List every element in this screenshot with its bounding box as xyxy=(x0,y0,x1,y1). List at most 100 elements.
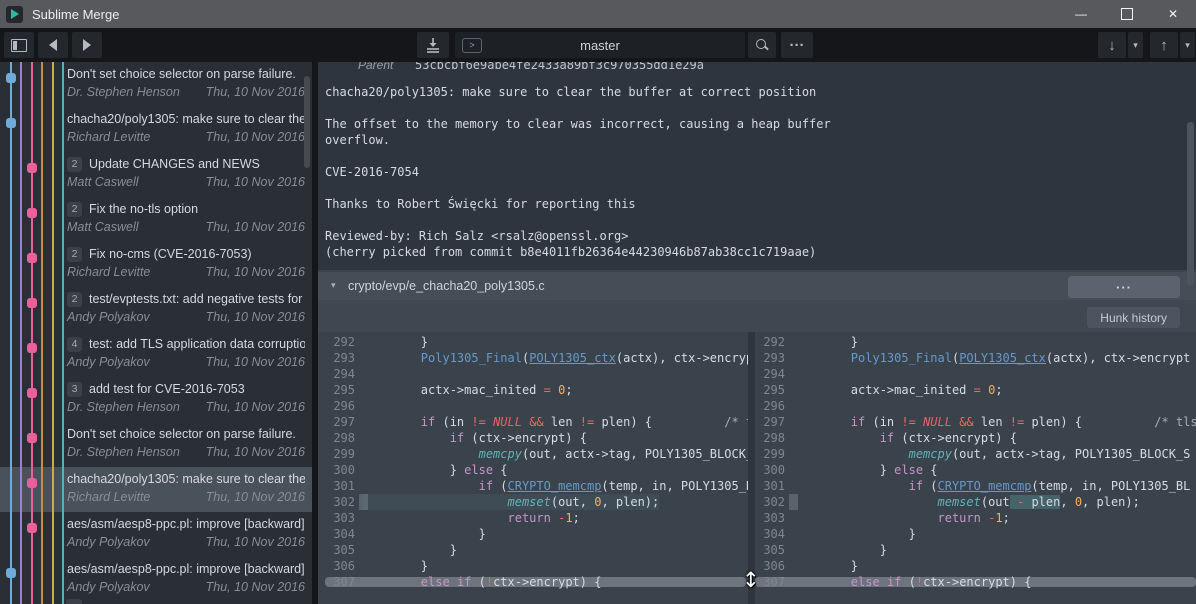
commit-row[interactable]: aes/asm/aesp8-ppc.pl: improve [backward]… xyxy=(0,512,312,557)
minimize-button[interactable]: — xyxy=(1058,0,1104,28)
commit-date: Thu, 10 Nov 2016 xyxy=(206,445,305,459)
commit-author: Andy Polyakov xyxy=(67,535,150,549)
line-number: 296 xyxy=(325,398,355,414)
forward-button[interactable] xyxy=(72,32,102,58)
diff-line: 307 else if (!ctx->encrypt) { xyxy=(325,574,748,590)
commit-message-line xyxy=(325,100,1185,116)
commit-row[interactable]: 2Fix the no-tls optionMatt CaswellThu, 1… xyxy=(0,197,312,242)
code-text: } xyxy=(363,334,428,350)
hunk-history-button[interactable]: Hunk history xyxy=(1087,307,1180,328)
commit-row[interactable]: 4test: add TLS application data corrupti… xyxy=(0,332,312,377)
code-text: actx->mac_inited = 0; xyxy=(793,382,1003,398)
toggle-sidebar-button[interactable] xyxy=(4,32,34,58)
diff-line: 299 memcpy(out, actx->tag, POLY1305_BLOC… xyxy=(325,446,748,462)
code-text: if (in != NULL && len != plen) { /* tls xyxy=(363,414,748,430)
diff-line: 303 return -1; xyxy=(755,510,1196,526)
window-controls: — ✕ xyxy=(1058,0,1196,28)
commit-title: Update CHANGES and NEWS xyxy=(89,157,260,171)
commit-message-line xyxy=(325,212,1185,228)
commit-message-line xyxy=(325,148,1185,164)
commit-title: aes/asm/aesp8-ppc.pl: improve [backward] xyxy=(67,517,305,531)
diff-line: 304 } xyxy=(755,526,1196,542)
commit-row[interactable]: Don't set choice selector on parse failu… xyxy=(0,422,312,467)
commit-row[interactable]: chacha20/poly1305: make sure to clear th… xyxy=(0,107,312,152)
commit-count-badge: 2 xyxy=(67,157,82,172)
commit-message-line: The offset to the memory to clear was in… xyxy=(325,116,1185,132)
commit-meta: Dr. Stephen HensonThu, 10 Nov 2016 xyxy=(67,445,305,459)
commit-title: Fix no-cms (CVE-2016-7053) xyxy=(89,247,252,261)
commit-meta: Richard LevitteThu, 10 Nov 2016 xyxy=(67,265,305,279)
line-number: 294 xyxy=(755,366,785,382)
commit-date: Thu, 10 Nov 2016 xyxy=(206,400,305,414)
commit-row[interactable]: 3add test for CVE-2016-7053Dr. Stephen H… xyxy=(0,377,312,422)
line-number: 293 xyxy=(325,350,355,366)
commit-message-line: chacha20/poly1305: make sure to clear th… xyxy=(325,84,1185,100)
collapse-triangle-icon: ▾ xyxy=(331,280,336,291)
maximize-icon xyxy=(1121,8,1133,20)
diff-line: 304 } xyxy=(325,526,748,542)
commit-count-badge: 3 xyxy=(67,382,82,397)
commit-row[interactable]: Don't set choice selector on parse failu… xyxy=(0,62,312,107)
line-number: 303 xyxy=(755,510,785,526)
code-text: } xyxy=(363,558,428,574)
commit-date: Thu, 10 Nov 2016 xyxy=(206,580,305,594)
search-icon xyxy=(756,39,768,51)
commit-author: Dr. Stephen Henson xyxy=(67,85,180,99)
commit-title: Fix the no-tls option xyxy=(89,202,198,216)
toolbar-overflow-button[interactable]: ··· xyxy=(781,32,813,58)
line-number: 295 xyxy=(755,382,785,398)
line-number: 292 xyxy=(325,334,355,350)
pull-options-button[interactable]: ▾ xyxy=(1128,32,1143,58)
diff-line: 294 xyxy=(325,366,748,382)
file-options-button[interactable]: ··· xyxy=(1068,276,1180,298)
code-text: if (ctx->encrypt) { xyxy=(363,430,587,446)
line-number: 304 xyxy=(755,526,785,542)
code-text: return -1; xyxy=(363,510,580,526)
search-button[interactable] xyxy=(748,32,776,58)
commit-title: Don't set choice selector on parse failu… xyxy=(67,67,296,81)
commit-meta: Andy PolyakovThu, 10 Nov 2016 xyxy=(67,580,305,594)
sidebar-scrollbar[interactable] xyxy=(304,76,310,168)
branch-search-input[interactable] xyxy=(455,32,745,58)
code-text: } xyxy=(363,526,486,542)
push-button[interactable]: ↑ xyxy=(1150,32,1178,58)
commit-date: Thu, 10 Nov 2016 xyxy=(206,130,305,144)
maximize-button[interactable] xyxy=(1104,0,1150,28)
back-button[interactable] xyxy=(38,32,68,58)
file-header[interactable]: ▾ crypto/evp/e_chacha20_poly1305.c ··· xyxy=(318,272,1196,300)
pull-button[interactable]: ↓ xyxy=(1098,32,1126,58)
parent-hash-link[interactable]: 53cbcbf6e9abe4fe2433a89bf3c970355dd1e29a xyxy=(415,62,704,72)
line-number: 300 xyxy=(755,462,785,478)
file-diff-panel: ▾ crypto/evp/e_chacha20_poly1305.c ··· H… xyxy=(318,270,1196,604)
diff-pane-after: 292 }293 Poly1305_Final(POLY1305_ctx(act… xyxy=(755,332,1196,604)
commit-date: Thu, 10 Nov 2016 xyxy=(206,310,305,324)
commit-meta: Andy PolyakovThu, 10 Nov 2016 xyxy=(67,310,305,324)
app-window: Sublime Merge — ✕ > xyxy=(0,0,1196,604)
diff-line: 297 if (in != NULL && len != plen) { /* … xyxy=(755,414,1196,430)
commit-meta: Richard LevitteThu, 10 Nov 2016 xyxy=(67,490,305,504)
commit-date: Thu, 10 Nov 2016 xyxy=(206,175,305,189)
code-text: } else { xyxy=(793,462,938,478)
close-button[interactable]: ✕ xyxy=(1150,0,1196,28)
commit-row[interactable]: 2Fix no-cms (CVE-2016-7053)Richard Levit… xyxy=(0,242,312,287)
commit-row[interactable]: 2Update CHANGES and NEWSMatt CaswellThu,… xyxy=(0,152,312,197)
diff-pane-divider[interactable] xyxy=(748,332,755,604)
commit-meta: Matt CaswellThu, 10 Nov 2016 xyxy=(67,220,305,234)
commit-title-row: aes/asm/aesp8-ppc.pl: improve [backward] xyxy=(67,516,305,532)
commit-title: chacha20/poly1305: make sure to clear th… xyxy=(67,112,305,126)
commit-meta: Dr. Stephen HensonThu, 10 Nov 2016 xyxy=(67,85,305,99)
commit-row[interactable]: aes/asm/aesp8-ppc.pl: improve [backward]… xyxy=(0,557,312,602)
code-text: memcpy(out, actx->tag, POLY1305_BLOCK_S xyxy=(363,446,748,462)
push-options-button[interactable]: ▾ xyxy=(1180,32,1195,58)
close-icon: ✕ xyxy=(1168,7,1178,21)
line-number: 302 xyxy=(755,494,785,510)
commit-row[interactable]: chacha20/poly1305: make sure to clear th… xyxy=(0,467,312,512)
diff-line: 295 actx->mac_inited = 0; xyxy=(325,382,748,398)
commit-meta: Richard LevitteThu, 10 Nov 2016 xyxy=(67,130,305,144)
commit-button[interactable] xyxy=(417,32,449,58)
line-number: 299 xyxy=(755,446,785,462)
commit-row[interactable]: 2test/evptests.txt: add negative tests f… xyxy=(0,287,312,332)
vertical-scrollbar[interactable] xyxy=(1187,122,1194,285)
commit-title-row: 2 Update CHANGES and NEWS xyxy=(67,156,305,172)
minimize-icon: — xyxy=(1075,7,1087,21)
